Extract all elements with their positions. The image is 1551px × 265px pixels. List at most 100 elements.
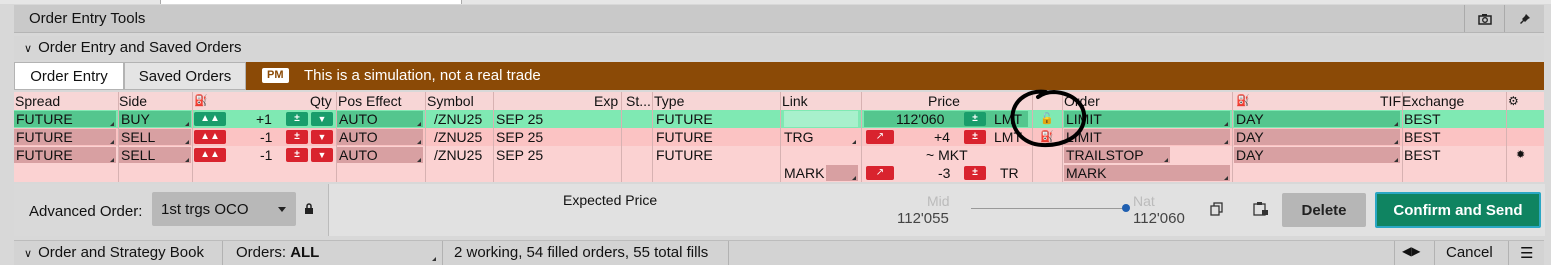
price-stepper[interactable]: ±	[964, 166, 986, 180]
chevron-down-icon: ∨	[24, 43, 33, 55]
price-cell[interactable]: +4	[934, 128, 950, 146]
header-strike[interactable]: St...	[626, 92, 651, 110]
window-top-strip	[0, 0, 1551, 4]
header-exp[interactable]: Exp	[594, 92, 618, 110]
qty-pill-icon[interactable]: ▲▲	[194, 130, 226, 144]
section-title: ∨ Order Entry and Saved Orders	[24, 39, 242, 56]
side-cell[interactable]: SELL	[121, 128, 155, 146]
orders-filter[interactable]: Orders: ALL	[236, 244, 319, 261]
order-book-toggle[interactable]: ∨ Order and Strategy Book	[24, 244, 204, 261]
link-icon[interactable]: ⛽	[194, 92, 208, 110]
header-price[interactable]: Price	[928, 92, 960, 110]
exchange-cell[interactable]: BEST	[1404, 146, 1441, 164]
type-cell[interactable]: FUTURE	[656, 146, 713, 164]
price-type-cell[interactable]: TR	[1000, 164, 1019, 182]
pos-effect-cell[interactable]: AUTO	[339, 110, 378, 128]
type-cell[interactable]: FUTURE	[656, 128, 713, 146]
chevron-down-icon	[278, 207, 286, 212]
tab-saved-orders[interactable]: Saved Orders	[124, 62, 246, 90]
price-stepper[interactable]: ±	[964, 130, 986, 144]
side-cell[interactable]: SELL	[121, 146, 155, 164]
spread-cell[interactable]: FUTURE	[16, 128, 73, 146]
exchange-cell[interactable]: BEST	[1404, 110, 1441, 128]
header-tif[interactable]: TIF	[1380, 92, 1401, 110]
header-spread[interactable]: Spread	[15, 92, 60, 110]
header-qty[interactable]: Qty	[310, 92, 332, 110]
top-tab[interactable]	[160, 0, 462, 4]
header-link[interactable]: Link	[782, 92, 808, 110]
cancel-button[interactable]: Cancel	[1446, 244, 1493, 261]
price-cell[interactable]: ~ MKT	[926, 146, 968, 164]
qty-dropdown-icon[interactable]: ▼	[311, 130, 333, 144]
qty-cell[interactable]: -1	[260, 146, 272, 164]
confirm-and-send-button[interactable]: Confirm and Send	[1375, 192, 1541, 228]
tab-order-entry[interactable]: Order Entry	[14, 62, 124, 90]
order-row-buy[interactable]: FUTURE BUY ▲▲ +1 ± ▼ AUTO /ZNU25 SEP 25 …	[14, 110, 1544, 128]
mid-label: Mid	[927, 193, 950, 209]
simulation-message: This is a simulation, not a real trade	[304, 67, 541, 84]
exp-cell[interactable]: SEP 25	[496, 110, 543, 128]
pin-icon[interactable]	[1504, 5, 1545, 32]
symbol-cell[interactable]: /ZNU25	[434, 110, 482, 128]
copy-icon[interactable]	[1201, 194, 1233, 224]
order-type-cell[interactable]: MARK	[1066, 164, 1106, 182]
exchange-cell[interactable]: BEST	[1404, 128, 1441, 146]
link-cell[interactable]: TRG	[784, 128, 814, 146]
price-slider-knob[interactable]	[1122, 204, 1130, 212]
pos-effect-cell[interactable]: AUTO	[339, 128, 378, 146]
spread-cell[interactable]: FUTURE	[16, 146, 73, 164]
exp-cell[interactable]: SEP 25	[496, 128, 543, 146]
qty-stepper[interactable]: ±	[286, 130, 308, 144]
spread-cell[interactable]: FUTURE	[16, 110, 73, 128]
price-stepper[interactable]: ±	[964, 112, 986, 126]
qty-pill-icon[interactable]: ▲▲	[194, 112, 226, 126]
panel-title: Order Entry Tools	[29, 10, 146, 27]
panel-title-bar: Order Entry Tools	[14, 5, 1544, 33]
tif-cell[interactable]: DAY	[1236, 110, 1264, 128]
qty-cell[interactable]: +1	[256, 110, 272, 128]
header-type[interactable]: Type	[654, 92, 684, 110]
tif-cell[interactable]: DAY	[1236, 146, 1264, 164]
header-side[interactable]: Side	[119, 92, 147, 110]
qty-dropdown-icon[interactable]: ▼	[311, 148, 333, 162]
side-cell[interactable]: BUY	[121, 110, 150, 128]
price-cell[interactable]: -3	[938, 164, 950, 182]
tif-cell[interactable]: DAY	[1236, 128, 1264, 146]
link-cell[interactable]: MARK	[784, 164, 824, 182]
qty-stepper[interactable]: ±	[286, 112, 308, 126]
order-book-bar: ∨ Order and Strategy Book Orders: ALL 2 w…	[14, 240, 1544, 265]
price-slider[interactable]	[971, 208, 1125, 209]
save-template-icon[interactable]	[1245, 194, 1277, 224]
header-exchange[interactable]: Exchange	[1402, 92, 1464, 110]
settings-gear-icon[interactable]: ✹	[1516, 146, 1525, 164]
qty-pill-icon[interactable]: ▲▲	[194, 148, 226, 162]
camera-icon[interactable]	[1464, 5, 1505, 32]
qty-dropdown-icon[interactable]: ▼	[311, 112, 333, 126]
symbol-cell[interactable]: /ZNU25	[434, 146, 482, 164]
lock-icon[interactable]	[304, 202, 314, 218]
order-row-sell-trailstop[interactable]: FUTURE SELL ▲▲ -1 ± ▼ AUTO /ZNU25 SEP 25…	[14, 146, 1544, 164]
pos-effect-cell[interactable]: AUTO	[339, 146, 378, 164]
order-row-sell[interactable]: FUTURE SELL ▲▲ -1 ± ▼ AUTO /ZNU25 SEP 25…	[14, 128, 1544, 146]
collapse-arrows-icon[interactable]: ◀▶	[1402, 244, 1420, 258]
qty-stepper[interactable]: ±	[286, 148, 308, 162]
menu-icon[interactable]: ☰	[1520, 244, 1533, 262]
type-cell[interactable]: FUTURE	[656, 110, 713, 128]
section-header[interactable]: ∨ Order Entry and Saved Orders	[14, 36, 1544, 60]
advanced-order-select[interactable]: 1st trgs OCO	[152, 192, 296, 226]
exp-cell[interactable]: SEP 25	[496, 146, 543, 164]
annotation-circle	[1010, 89, 1087, 148]
column-settings-icon[interactable]: ⚙	[1508, 92, 1519, 110]
header-pos-effect[interactable]: Pos Effect	[338, 92, 402, 110]
order-row-trail-detail[interactable]: MARK ↗ -3 ± TR MARK	[14, 164, 1544, 182]
qty-cell[interactable]: -1	[260, 128, 272, 146]
trailing-offset-icon[interactable]: ↗	[866, 166, 894, 180]
nat-value: 112'060	[1133, 210, 1185, 227]
trailing-offset-icon[interactable]: ↗	[866, 130, 894, 144]
symbol-cell[interactable]: /ZNU25	[434, 128, 482, 146]
delete-button[interactable]: Delete	[1282, 193, 1366, 227]
link-cell[interactable]	[784, 111, 858, 127]
price-cell[interactable]: 112'060	[896, 110, 944, 128]
header-symbol[interactable]: Symbol	[427, 92, 474, 110]
link-icon[interactable]: ⛽	[1236, 92, 1250, 110]
